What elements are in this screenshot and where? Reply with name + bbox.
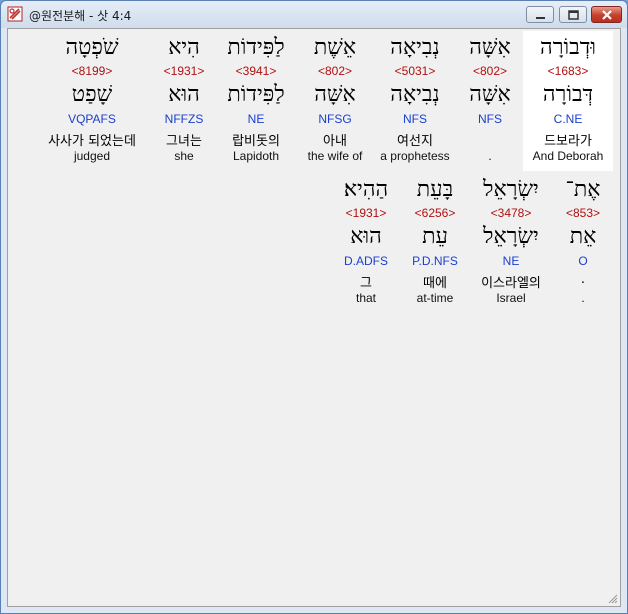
lemma-word: נְבִיאָה: [390, 82, 440, 107]
app-icon: [7, 6, 23, 22]
strong-number[interactable]: <1683>: [523, 64, 613, 78]
morphology-code: C.NE: [553, 112, 583, 126]
korean-gloss: 드보라가: [544, 134, 592, 149]
word-cell[interactable]: נְבִיאָה <5031> נְבִיאָה NFS 여선지 a proph…: [370, 31, 460, 171]
strong-number[interactable]: <1931>: [139, 64, 229, 78]
morphology-code: O: [578, 254, 588, 268]
hebrew-word: שֹׁפְטָה: [65, 35, 119, 60]
hebrew-word: הַהִיא׃: [343, 177, 389, 202]
morphology-code: NFSG: [318, 112, 352, 126]
window-title: @원전분해 - 삿 4:4: [29, 9, 132, 23]
lemma-word: הוּא: [168, 82, 200, 107]
app-window: @원전분해 - 삿 4:4 וּדְבוֹרָה <1683> דְּבוֹרָ…: [0, 0, 628, 614]
word-cell[interactable]: שֹׁפְטָה <8199> שָׁפַט VQPAFS 사사가 되었는데 j…: [34, 31, 150, 171]
korean-gloss: .: [580, 272, 586, 287]
maximize-button[interactable]: [559, 6, 587, 23]
english-gloss: the wife of: [307, 149, 363, 163]
minimize-icon: [536, 17, 545, 19]
hebrew-word: נְבִיאָה: [390, 35, 440, 60]
title-bar[interactable]: @원전분해 - 삿 4:4: [1, 1, 627, 28]
morphology-code: D.ADFS: [343, 254, 388, 268]
lemma-word: הוּא: [350, 224, 382, 249]
korean-gloss: 사사가 되었는데: [48, 134, 136, 149]
korean-gloss: 아내: [323, 134, 347, 149]
english-gloss: that: [355, 291, 376, 305]
lemma-word: שָׁפַט: [71, 82, 113, 107]
word-cell[interactable]: אֶת־ <853> אֵת O . .: [552, 173, 614, 313]
interlinear-view[interactable]: וּדְבוֹרָה <1683> דְּבוֹרָה C.NE 드보라가 An…: [7, 28, 621, 607]
strong-number[interactable]: <1931>: [321, 206, 411, 220]
english-gloss: she: [174, 149, 194, 163]
close-button[interactable]: [591, 6, 622, 23]
english-gloss: a prophetess: [380, 149, 450, 163]
korean-gloss: 그녀는: [166, 134, 202, 149]
word-cell[interactable]: הַהִיא׃ <1931> הוּא D.ADFS 그 that: [321, 173, 411, 313]
maximize-icon: [568, 10, 579, 20]
hebrew-word: וּדְבוֹרָה: [540, 35, 596, 60]
word-cell[interactable]: וּדְבוֹרָה <1683> דְּבוֹרָה C.NE 드보라가 An…: [523, 31, 613, 171]
morphology-code: NFS: [403, 112, 427, 126]
word-cell[interactable]: אֵשֶׁת <802> אִשָּׁה NFSG 아내 the wife of: [290, 31, 380, 171]
morphology-code: NFFZS: [164, 112, 204, 126]
hebrew-word: אֶת־: [565, 177, 601, 202]
word-cell[interactable]: הִיא <1931> הוּא NFFZS 그녀는 she: [139, 31, 229, 171]
resize-grip-icon[interactable]: [608, 594, 618, 604]
english-gloss: .: [581, 291, 585, 305]
korean-gloss: 여선지: [397, 134, 433, 149]
morphology-code: VQPAFS: [68, 112, 116, 126]
hebrew-word: הִיא: [168, 35, 200, 60]
close-icon: [602, 10, 612, 20]
hebrew-word: אֵשֶׁת: [313, 35, 357, 60]
lemma-word: אִשָּׁה: [314, 82, 356, 107]
lemma-word: אֵת: [569, 224, 597, 249]
strong-number[interactable]: <802>: [290, 64, 380, 78]
minimize-button[interactable]: [526, 6, 554, 23]
english-gloss: judged: [73, 149, 111, 163]
korean-gloss: 그: [360, 276, 372, 291]
strong-number[interactable]: <853>: [552, 206, 614, 220]
strong-number[interactable]: <5031>: [370, 64, 460, 78]
lemma-word: דְּבוֹרָה: [542, 82, 594, 107]
strong-number[interactable]: <8199>: [34, 64, 150, 78]
english-gloss: And Deborah: [532, 149, 604, 163]
